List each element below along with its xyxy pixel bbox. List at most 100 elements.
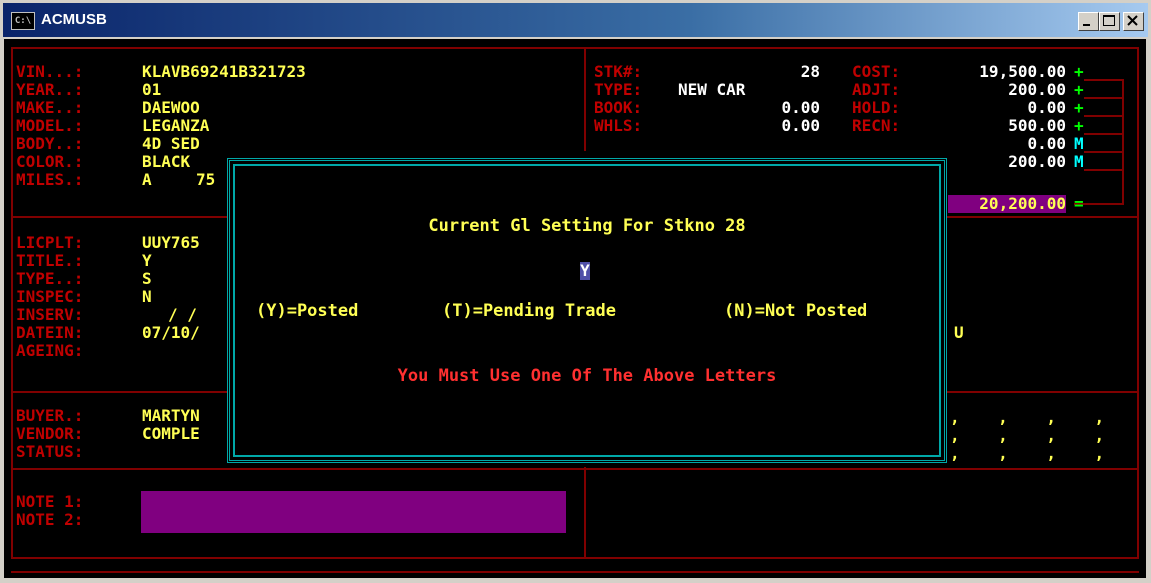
frame-footer (11, 571, 1139, 573)
bracket-3 (1084, 115, 1124, 117)
book-value[interactable]: 0.00 (724, 99, 820, 117)
datein-label: DATEIN: (16, 323, 84, 342)
vin-value[interactable]: KLAVB69241B321723 (142, 63, 306, 81)
hold-mark: + (1074, 98, 1084, 117)
dialog-heading: Current Gl Setting For Stkno 28 (428, 216, 746, 236)
console-screen[interactable]: VIN...: KLAVB69241B321723 YEAR..: 01 MAK… (4, 39, 1146, 578)
recn-label: RECN: (852, 116, 901, 135)
make-label: MAKE..: (16, 98, 84, 117)
datein-value[interactable]: 07/10/ (142, 324, 200, 342)
total-value: 20,200.00 (948, 195, 1066, 213)
option-pending-trade: (T)=Pending Trade (442, 301, 616, 321)
bracket-4 (1084, 133, 1124, 135)
divider-bottom-v (584, 467, 586, 559)
divider-top-v (584, 47, 586, 151)
inspec-label: INSPEC: (16, 287, 84, 306)
titletype-label: TYPE..: (16, 269, 84, 288)
frame-top (11, 47, 1139, 49)
error-message: You Must Use One Of The Above Letters (397, 366, 777, 386)
vendor-label: VENDOR: (16, 424, 84, 443)
console-window: C:\ ACMUSB VIN...: KLAVB69241B321723 YEA… (0, 0, 1151, 583)
stk-value[interactable]: 28 (744, 63, 820, 81)
body-value[interactable]: 4D SED (142, 135, 200, 153)
title-value[interactable]: Y (142, 252, 152, 270)
divider-h2 (11, 391, 231, 393)
licplt-label: LICPLT: (16, 233, 84, 252)
bracket-2 (1084, 97, 1124, 99)
divider-h3 (11, 468, 1139, 470)
hold-value[interactable]: 0.00 (934, 99, 1066, 117)
window-title: ACMUSB (41, 11, 107, 28)
maximize-button[interactable] (1099, 12, 1120, 31)
close-icon (1127, 15, 1138, 26)
licplt-value[interactable]: UUY765 (142, 234, 200, 252)
misc1-mark: M (1074, 134, 1084, 153)
frame-left (11, 47, 13, 559)
marks-row-1[interactable]: , , , , (950, 409, 1104, 427)
frame-bottom (11, 557, 1139, 559)
adjt-label: ADJT: (852, 80, 901, 99)
bracket-5 (1084, 151, 1124, 153)
year-label: YEAR..: (16, 80, 84, 99)
type-label: TYPE: (594, 80, 643, 99)
cost-label: COST: (852, 62, 901, 81)
divider-h1 (11, 216, 231, 218)
close-button[interactable] (1123, 12, 1144, 31)
option-not-posted: (N)=Not Posted (724, 301, 868, 321)
gl-setting-dialog: Current Gl Setting For Stkno 28 Y (Y)=Po… (227, 158, 947, 463)
ageing-label: AGEING: (16, 341, 84, 360)
minimize-button[interactable] (1078, 12, 1099, 31)
misc1-value[interactable]: 0.00 (934, 135, 1066, 153)
inserv-label: INSERV: (16, 305, 84, 324)
miles-value[interactable]: 75 (196, 171, 215, 189)
color-value[interactable]: BLACK (142, 153, 190, 171)
whls-label: WHLS: (594, 116, 643, 135)
misc2-value[interactable]: 200.00 (934, 153, 1066, 171)
title-bar[interactable]: C:\ ACMUSB (3, 3, 1148, 37)
buyer-value[interactable]: MARTYN (142, 407, 200, 425)
adjt-value[interactable]: 200.00 (934, 81, 1066, 99)
hold-label: HOLD: (852, 98, 901, 117)
vin-label: VIN...: (16, 62, 84, 81)
note2-label: NOTE 2: (16, 510, 84, 529)
console-icon[interactable]: C:\ (11, 12, 35, 30)
title-label: TITLE.: (16, 251, 84, 270)
marks-row-2[interactable]: , , , , (950, 427, 1104, 445)
miles-label: MILES.: (16, 170, 84, 189)
miles-flag[interactable]: A (142, 171, 152, 189)
adjt-mark: + (1074, 80, 1084, 99)
marks-row-3[interactable]: , , , , (950, 445, 1104, 463)
type-value[interactable]: NEW CAR (678, 81, 745, 99)
total-mark: = (1074, 194, 1084, 213)
frame-right (1137, 47, 1139, 559)
minimize-icon (1083, 24, 1090, 26)
inserv-value[interactable]: / / (168, 306, 197, 324)
buyer-label: BUYER.: (16, 406, 84, 425)
note1-label: NOTE 1: (16, 492, 84, 511)
maximize-icon (1103, 15, 1115, 26)
note-input[interactable] (141, 491, 566, 533)
make-value[interactable]: DAEWOO (142, 99, 200, 117)
status-letter[interactable]: U (954, 324, 964, 342)
bracket-top (1084, 79, 1124, 81)
body-label: BODY..: (16, 134, 84, 153)
cost-mark: + (1074, 62, 1084, 81)
inspec-value[interactable]: N (142, 288, 152, 306)
model-value[interactable]: LEGANZA (142, 117, 209, 135)
model-label: MODEL.: (16, 116, 84, 135)
status-label: STATUS: (16, 442, 84, 461)
divider-h1-right (944, 216, 1139, 218)
book-label: BOOK: (594, 98, 643, 117)
option-posted: (Y)=Posted (256, 301, 359, 321)
titletype-value[interactable]: S (142, 270, 152, 288)
year-value[interactable]: 01 (142, 81, 161, 99)
whls-value[interactable]: 0.00 (724, 117, 820, 135)
recn-value[interactable]: 500.00 (934, 117, 1066, 135)
color-label: COLOR.: (16, 152, 84, 171)
vendor-value[interactable]: COMPLE (142, 425, 200, 443)
gl-setting-input[interactable]: Y (580, 262, 590, 280)
recn-mark: + (1074, 116, 1084, 135)
stk-label: STK#: (594, 62, 643, 81)
bracket-6 (1084, 169, 1124, 171)
cost-value[interactable]: 19,500.00 (934, 63, 1066, 81)
